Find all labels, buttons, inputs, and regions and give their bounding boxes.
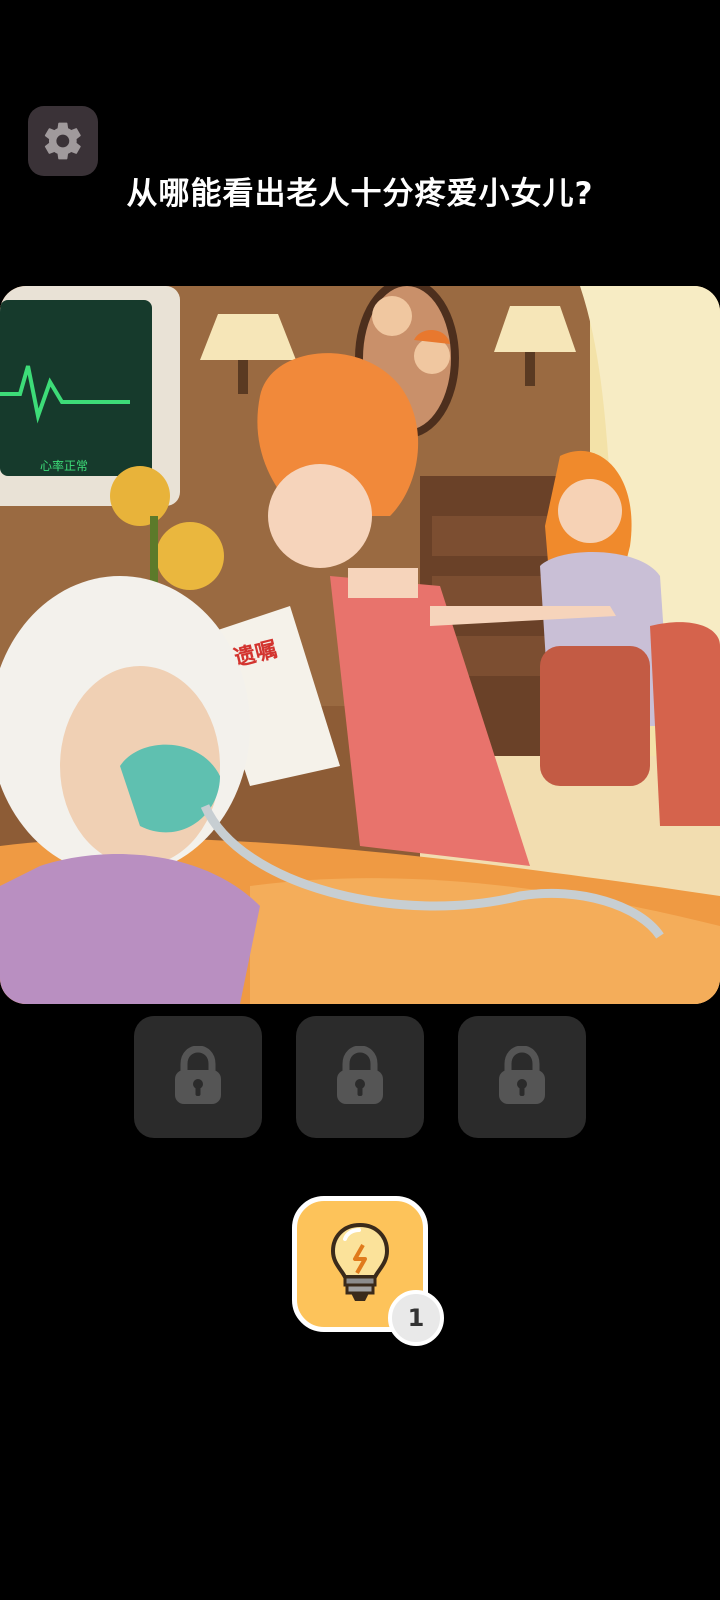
lightbulb-icon — [330, 1222, 390, 1301]
lock-icon — [499, 1046, 545, 1104]
hint-count-badge: 1 — [388, 1290, 444, 1346]
answer-slot-2[interactable] — [296, 1016, 424, 1138]
question-text: 从哪能看出老人十分疼爱小女儿? — [126, 176, 594, 212]
lock-icon — [175, 1046, 221, 1104]
settings-button[interactable] — [28, 106, 98, 176]
lock-icon — [337, 1046, 383, 1104]
gear-icon — [44, 122, 81, 160]
puzzle-scene[interactable]: 心率正常 遗嘱 — [0, 286, 720, 1004]
answer-slot-3[interactable] — [458, 1016, 586, 1138]
monitor-label: 心率正常 — [40, 458, 88, 473]
answer-slot-1[interactable] — [134, 1016, 262, 1138]
